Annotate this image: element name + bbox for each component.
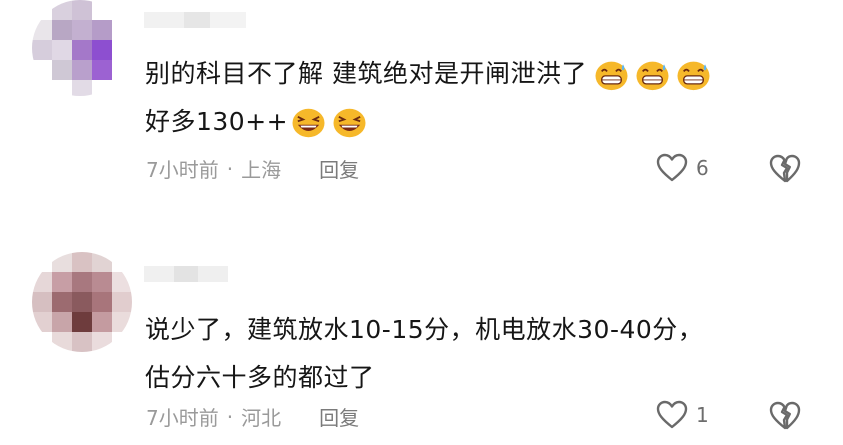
comment-text: 说少了，建筑放水10-15分，机电放水30-40分， 估分六十多的都过了 [145, 306, 825, 402]
like-count: 1 [696, 402, 709, 427]
heart-icon [656, 400, 688, 429]
sweat-grin-emoji-icon [636, 61, 669, 91]
laughing-emoji-icon [333, 108, 366, 138]
laughing-emoji-icon [292, 108, 325, 138]
comment-time: 7小时前 [146, 158, 219, 182]
comment-text-line-2: 好多130++ [145, 107, 289, 136]
dislike-button[interactable] [768, 153, 802, 187]
emoji-group-2 [290, 107, 368, 139]
meta-separator: · [226, 156, 234, 181]
comment-text-line-1: 说少了，建筑放水10-15分，机电放水30-40分， [145, 315, 704, 344]
avatar[interactable] [32, 252, 132, 352]
dislike-button[interactable] [768, 400, 802, 434]
username-blurred[interactable] [144, 266, 228, 282]
avatar[interactable] [32, 0, 128, 96]
comment-meta: 7小时前 · 河北 回复 [146, 402, 359, 431]
reply-button[interactable]: 回复 [319, 402, 359, 431]
like-button[interactable]: 6 [656, 153, 709, 182]
meta-separator: · [226, 404, 234, 429]
reply-button[interactable]: 回复 [319, 154, 359, 183]
comment-text: 别的科目不了解 建筑绝对是开闸泄洪了 好多130++ [145, 50, 825, 146]
like-button[interactable]: 1 [656, 400, 709, 429]
comment-meta: 7小时前 · 上海 回复 [146, 154, 359, 183]
broken-heart-icon [769, 401, 801, 430]
heart-icon [656, 153, 688, 182]
comment-time: 7小时前 [146, 406, 219, 430]
comment-location: 河北 [241, 406, 282, 430]
sweat-grin-emoji-icon [595, 61, 628, 91]
comment-text-line-2: 估分六十多的都过了 [145, 363, 375, 392]
sweat-grin-emoji-icon [677, 61, 710, 91]
comment-location: 上海 [241, 158, 282, 182]
broken-heart-icon [769, 154, 801, 183]
like-count: 6 [696, 155, 709, 180]
username-blurred[interactable] [144, 12, 246, 28]
comment-text-line-1: 别的科目不了解 建筑绝对是开闸泄洪了 [145, 59, 587, 88]
emoji-group-1 [593, 59, 712, 91]
